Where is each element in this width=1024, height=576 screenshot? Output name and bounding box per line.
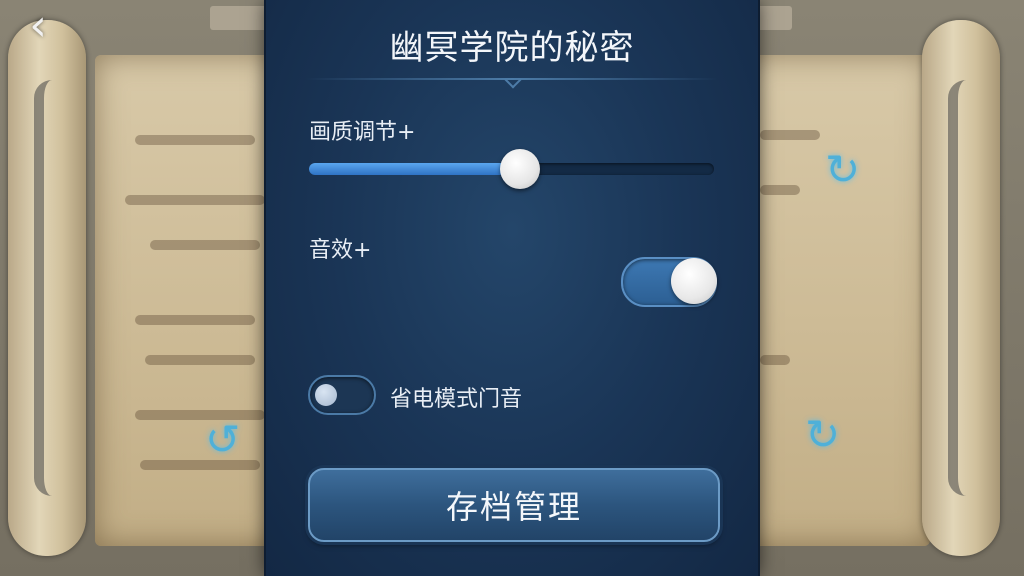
chevron-left-icon[interactable]: ‹ [16,4,60,50]
parchment-right: ↻ ↻ [740,55,930,546]
power-save-toggle[interactable] [308,375,376,415]
power-save-toggle-knob [315,384,337,406]
panel-title: 幽冥学院的秘密 [389,28,635,68]
rotate-right-icon-lower: ↻ [805,410,841,459]
top-decoration-left [210,6,270,30]
slider-thumb[interactable] [499,149,540,189]
scroll-roller-right [922,20,1000,556]
top-decoration-right [752,6,792,30]
sound-toggle[interactable] [621,257,717,307]
parchment-left: ↺ [95,55,285,546]
sound-toggle-knob [671,258,717,304]
rotate-right-icon: ↻ [825,145,861,194]
slider-fill [309,163,520,175]
rotate-left-icon: ↺ [205,415,241,464]
graphics-quality-label: 画质调节+ [309,120,416,145]
save-management-button[interactable]: 存档管理 [308,468,720,542]
settings-panel: 幽冥学院的秘密 画质调节+ 音效+ 省电模式门音 存档管理 [266,0,758,576]
scroll-roller-left [8,20,86,556]
graphics-quality-slider[interactable] [309,149,714,189]
sound-label: 音效+ [309,238,372,263]
power-save-label: 省电模式门音 [390,387,523,412]
title-notch [504,71,522,89]
